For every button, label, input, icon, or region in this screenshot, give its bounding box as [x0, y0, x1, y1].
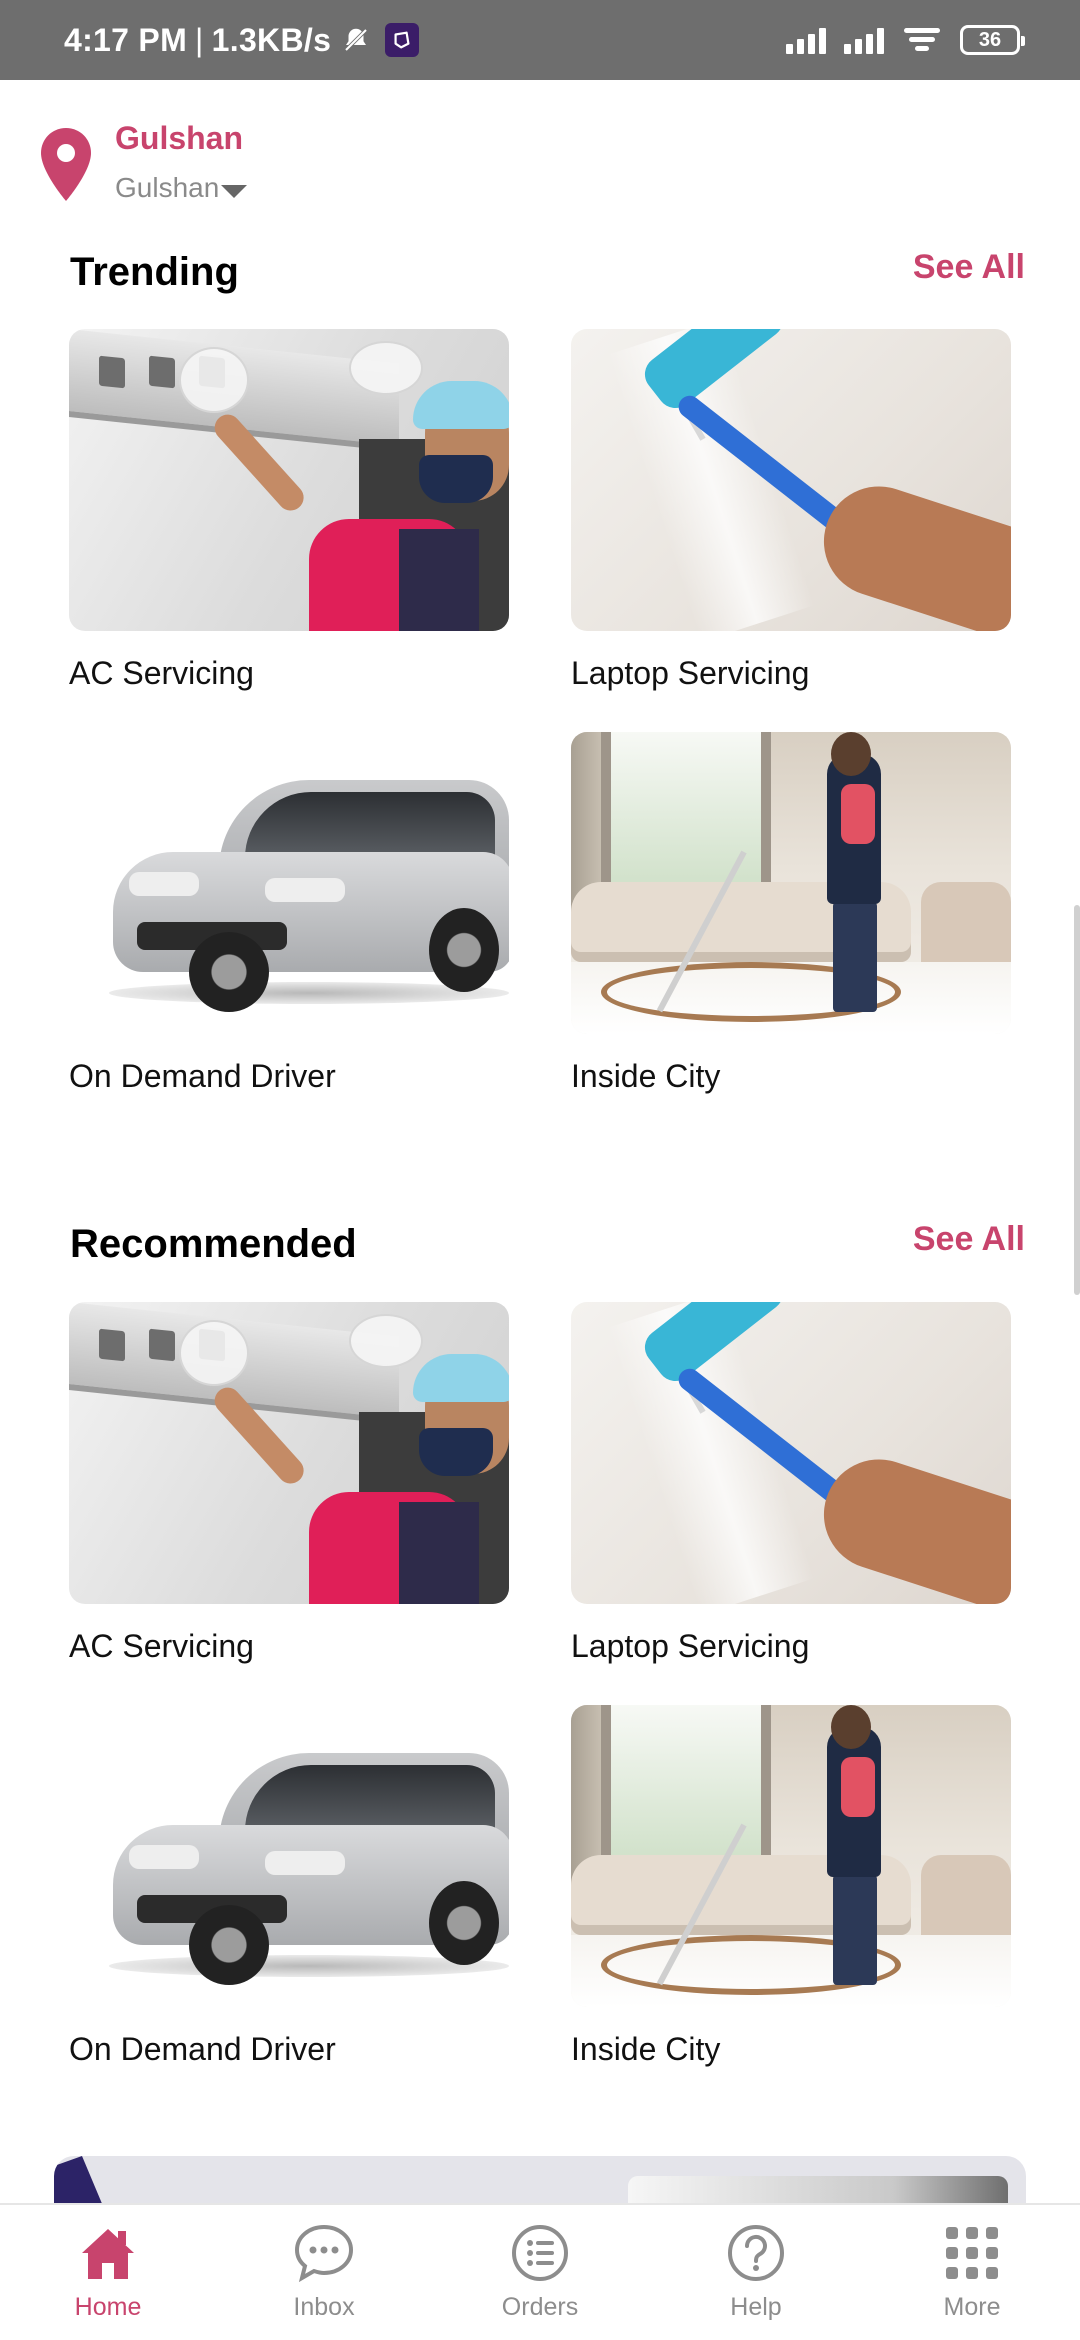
nav-label: Orders — [501, 2293, 579, 2321]
ac-servicing-image — [69, 329, 509, 631]
service-card-inside-city[interactable]: Inside City — [571, 732, 1011, 1095]
nav-label: More — [943, 2293, 1001, 2321]
location-selector[interactable]: Gulshan Gulshan — [38, 120, 538, 210]
help-icon — [728, 2225, 784, 2281]
service-label: On Demand Driver — [69, 2031, 336, 2067]
scrollbar[interactable] — [1074, 905, 1080, 1295]
location-subtitle: Gulshan — [115, 172, 220, 203]
service-label: Inside City — [571, 2031, 721, 2067]
chat-icon — [294, 2224, 354, 2283]
location-pin-icon — [41, 128, 91, 201]
status-right: 36 — [786, 0, 1025, 80]
inside-city-image — [571, 732, 1011, 1034]
see-all-recommended-link[interactable]: See All — [913, 1220, 1025, 1259]
service-card-on-demand-driver[interactable]: On Demand Driver — [69, 1705, 509, 2068]
nav-item-orders[interactable]: Orders — [432, 2205, 648, 2340]
service-card-laptop-servicing[interactable]: Laptop Servicing — [571, 329, 1011, 692]
status-separator: | — [195, 21, 204, 58]
inside-city-image — [571, 1705, 1011, 2007]
service-label: Laptop Servicing — [571, 1628, 810, 1664]
section-title-recommended: Recommended — [70, 1222, 357, 1266]
nav-item-help[interactable]: Help — [648, 2205, 864, 2340]
on-demand-driver-image — [69, 732, 509, 1034]
wifi-icon — [904, 28, 940, 51]
laptop-servicing-image — [571, 1302, 1011, 1604]
nav-label: Home — [74, 2293, 142, 2321]
nav-label: Help — [730, 2293, 782, 2321]
service-label: Laptop Servicing — [571, 655, 810, 691]
notifications-muted-icon — [343, 27, 369, 53]
bottom-navigation: Home Inbox Orders Help More — [0, 2203, 1080, 2340]
grid-icon — [946, 2227, 998, 2279]
app-notification-icon — [385, 23, 420, 57]
list-icon — [512, 2225, 568, 2281]
nav-item-inbox[interactable]: Inbox — [216, 2205, 432, 2340]
on-demand-driver-image — [69, 1705, 509, 2007]
service-label: AC Servicing — [69, 1628, 254, 1664]
network-speed: 1.3KB/s — [211, 21, 332, 58]
service-card-inside-city[interactable]: Inside City — [571, 1705, 1011, 2068]
status-time: 4:17 PM — [64, 21, 188, 58]
location-dropdown[interactable]: Gulshan — [115, 172, 248, 204]
ac-servicing-image — [69, 1302, 509, 1604]
home-icon — [82, 2229, 134, 2279]
location-title: Gulshan — [115, 120, 244, 156]
status-left: 4:17 PM | 1.3KB/s — [64, 0, 420, 80]
service-card-on-demand-driver[interactable]: On Demand Driver — [69, 732, 509, 1095]
signal-icon — [844, 26, 884, 54]
nav-item-home[interactable]: Home — [0, 2205, 216, 2340]
service-label: Inside City — [571, 1058, 721, 1094]
service-card-ac-servicing[interactable]: AC Servicing — [69, 329, 509, 692]
see-all-trending-link[interactable]: See All — [913, 248, 1025, 287]
chevron-down-icon — [221, 184, 248, 198]
nav-label: Inbox — [293, 2293, 355, 2321]
battery-level: 36 — [978, 28, 1002, 51]
status-bar: 4:17 PM | 1.3KB/s 36 — [0, 0, 1080, 80]
service-card-ac-servicing[interactable]: AC Servicing — [69, 1302, 509, 1665]
section-title-trending: Trending — [70, 250, 239, 294]
laptop-servicing-image — [571, 329, 1011, 631]
service-label: On Demand Driver — [69, 1058, 336, 1094]
signal-icon — [786, 26, 826, 54]
service-card-laptop-servicing[interactable]: Laptop Servicing — [571, 1302, 1011, 1665]
nav-item-more[interactable]: More — [864, 2205, 1080, 2340]
service-label: AC Servicing — [69, 655, 254, 691]
battery-icon: 36 — [960, 25, 1025, 55]
